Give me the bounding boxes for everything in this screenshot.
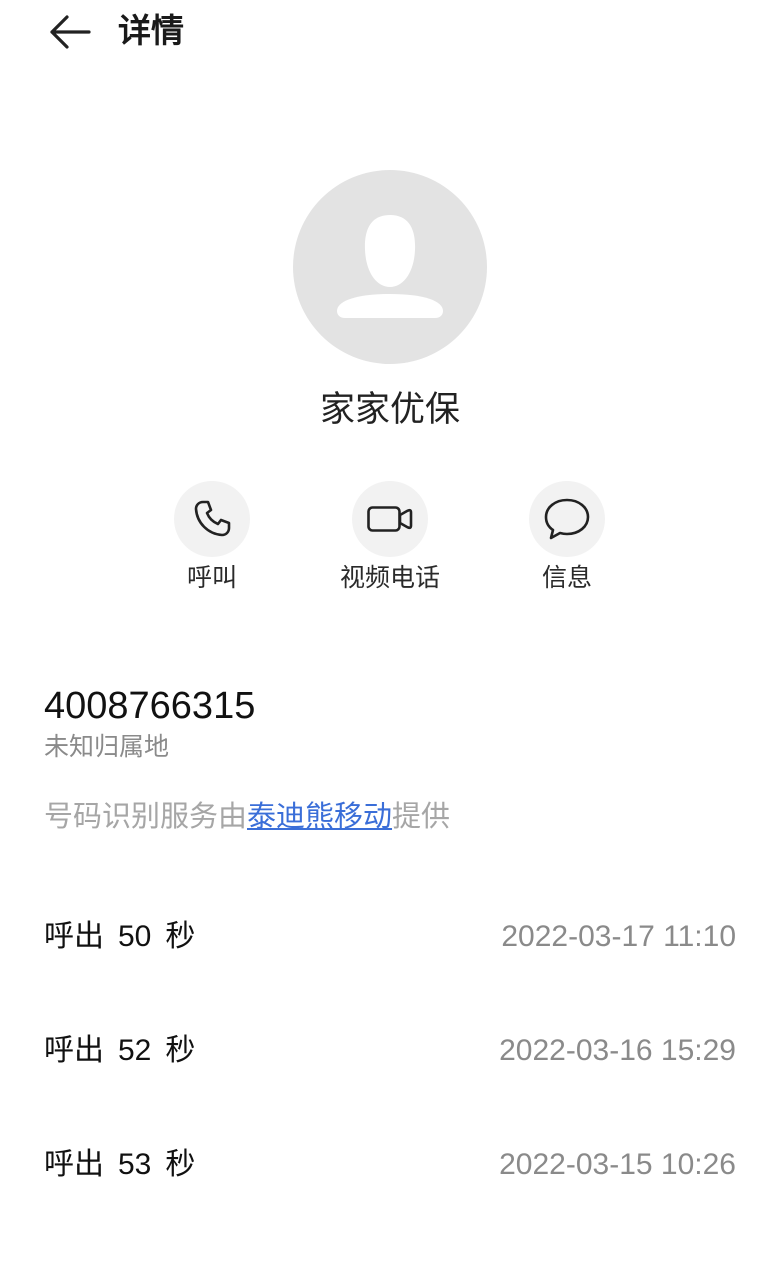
call-action[interactable]: 呼叫: [132, 481, 292, 601]
call-summary: 呼出 53 秒: [44, 1143, 195, 1187]
message-button[interactable]: [529, 481, 605, 557]
call-direction: 呼出: [44, 1148, 104, 1181]
call-datetime: 2022-03-17 11:10: [501, 920, 736, 953]
attribution-suffix: 提供: [392, 801, 451, 833]
back-arrow-icon: [50, 15, 91, 49]
call-log-row: 呼出 53 秒 2022-03-15 10:26: [44, 1143, 736, 1187]
number-location: 未知归属地: [44, 733, 170, 761]
phone-icon: [194, 500, 231, 537]
call-duration: 52: [118, 1034, 152, 1067]
call-label: 呼叫: [186, 564, 237, 592]
contact-avatar: [293, 170, 487, 364]
video-camera-icon: [367, 506, 413, 532]
call-log-row: 呼出 52 秒 2022-03-16 15:29: [44, 1029, 736, 1073]
number-recognition-attribution: 号码识别服务由泰迪熊移动提供: [44, 797, 450, 837]
message-bubble-icon: [544, 498, 590, 540]
contact-name: 家家优保: [319, 390, 460, 429]
call-duration-unit: 秒: [165, 1034, 196, 1067]
provider-link[interactable]: 泰迪熊移动: [247, 801, 392, 833]
message-label: 信息: [541, 564, 592, 592]
call-button[interactable]: [174, 481, 250, 557]
call-direction: 呼出: [44, 920, 104, 953]
call-datetime: 2022-03-15 10:26: [499, 1148, 736, 1181]
attribution-prefix: 号码识别服务由: [44, 801, 248, 833]
video-call-action[interactable]: 视频电话: [310, 481, 470, 601]
phone-number-item[interactable]: 4008766315 未知归属地: [44, 681, 736, 765]
back-button[interactable]: [46, 12, 94, 52]
video-call-label: 视频电话: [339, 564, 440, 592]
call-duration: 50: [118, 920, 152, 953]
call-duration-unit: 秒: [165, 1148, 196, 1181]
call-summary: 呼出 52 秒: [44, 1029, 195, 1073]
call-duration: 53: [118, 1148, 152, 1181]
video-call-button[interactable]: [352, 481, 428, 557]
call-log-row: 呼出 50 秒 2022-03-17 11:10: [44, 915, 736, 959]
call-datetime: 2022-03-16 15:29: [499, 1034, 736, 1067]
person-silhouette-icon: [293, 170, 487, 364]
message-action[interactable]: 信息: [487, 481, 647, 601]
call-duration-unit: 秒: [165, 920, 196, 953]
call-summary: 呼出 50 秒: [44, 915, 195, 959]
page-title: 详情: [118, 12, 184, 49]
phone-number: 4008766315: [44, 685, 256, 727]
call-direction: 呼出: [44, 1034, 104, 1067]
